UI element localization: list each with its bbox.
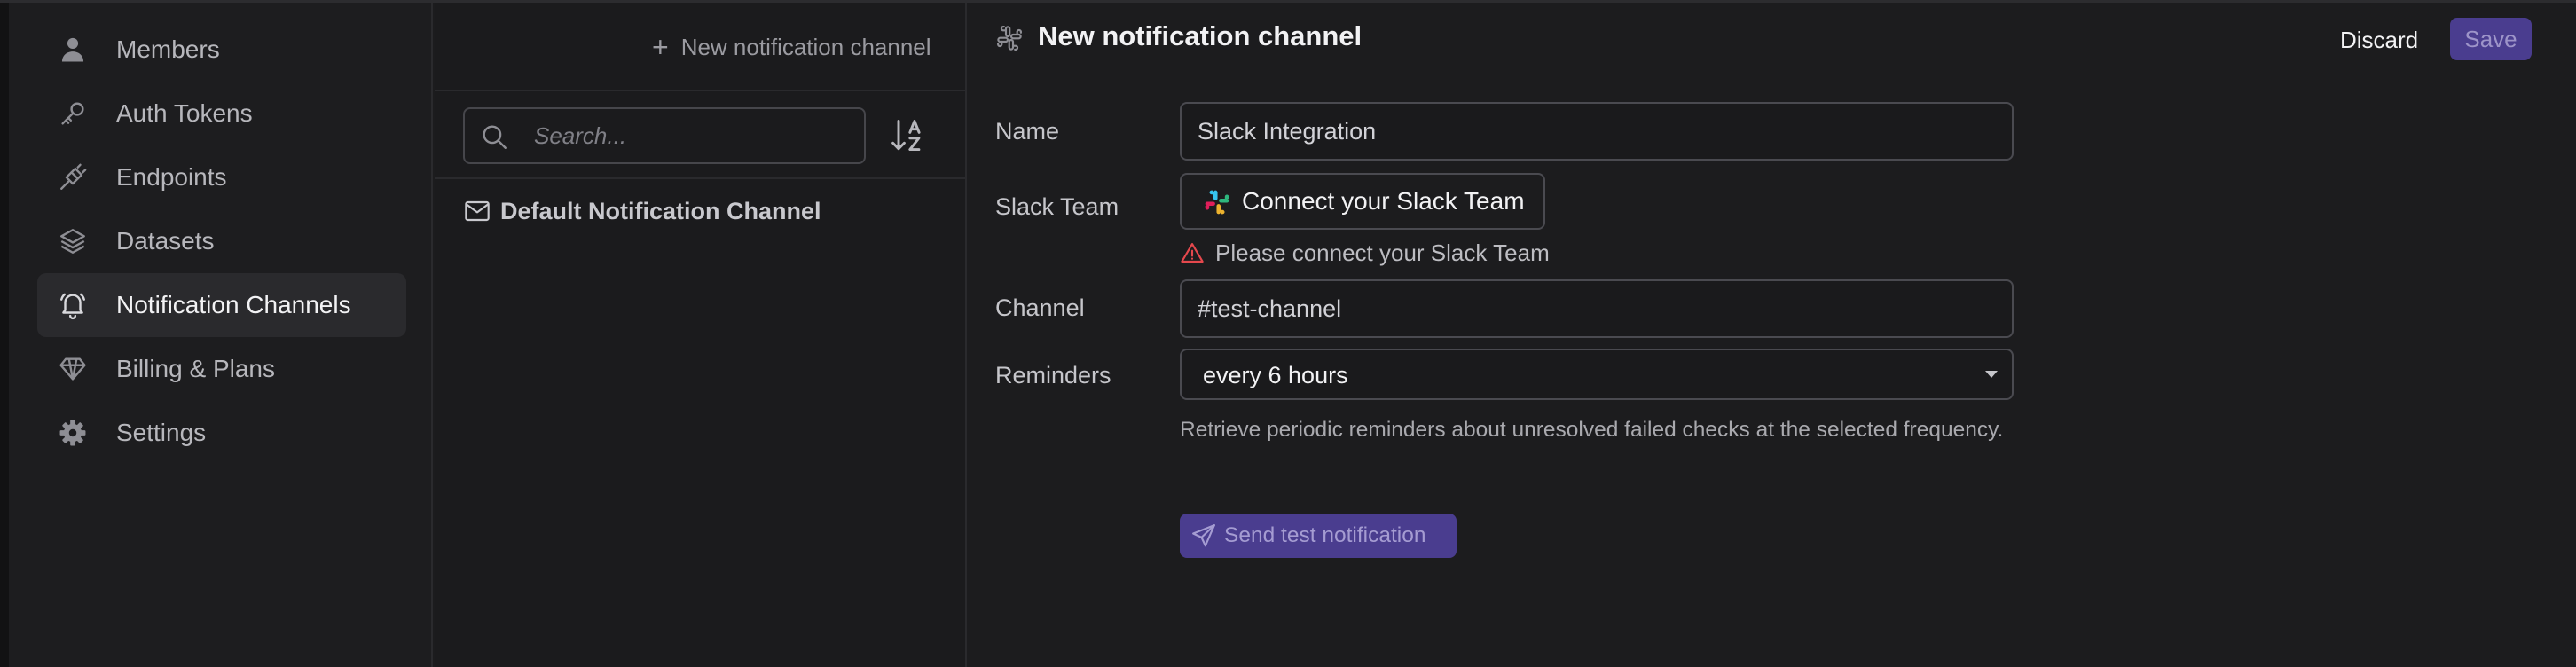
sidebar-item-label: Endpoints (116, 163, 227, 191)
caret-down-icon (1985, 371, 1998, 378)
layers-icon (57, 225, 89, 257)
send-icon (1190, 522, 1217, 549)
reminders-helper-text: Retrieve periodic reminders about unreso… (1180, 418, 2004, 442)
sidebar-item-settings[interactable]: Settings (37, 401, 406, 465)
name-label: Name (995, 118, 1060, 145)
slack-icon (995, 24, 1024, 52)
page-title: New notification channel (1038, 20, 1363, 51)
reminders-select[interactable]: every 6 hours (1180, 349, 2014, 400)
list-item-label: Default Notification Channel (500, 197, 821, 224)
gear-icon (57, 417, 89, 449)
sort-az-icon[interactable] (889, 116, 928, 155)
divider (435, 177, 965, 179)
save-button[interactable]: Save (2450, 18, 2532, 60)
sidebar-item-endpoints[interactable]: Endpoints (37, 145, 406, 209)
mail-icon (463, 197, 491, 225)
channel-label: Channel (995, 294, 1085, 321)
slack-team-error: Please connect your Slack Team (1180, 237, 1550, 269)
sidebar-item-label: Billing & Plans (116, 355, 275, 382)
sidebar-item-billing-plans[interactable]: Billing & Plans (37, 337, 406, 401)
discard-button[interactable]: Discard (2331, 19, 2427, 61)
search-icon (479, 122, 509, 152)
send-test-notification-label: Send test notification (1224, 523, 1426, 547)
reminders-label: Reminders (995, 362, 1111, 388)
sidebar-item-label: Notification Channels (116, 291, 351, 318)
list-item[interactable]: Default Notification Channel (463, 191, 821, 231)
sidebar-item-notification-channels[interactable]: Notification Channels (37, 273, 406, 337)
sidebar-item-auth-tokens[interactable]: Auth Tokens (37, 82, 406, 145)
send-test-notification-button[interactable]: Send test notification (1180, 514, 1457, 558)
error-text: Please connect your Slack Team (1215, 239, 1550, 266)
new-channel-label: New notification channel (680, 33, 931, 60)
user-icon (57, 34, 89, 66)
reminders-value: every 6 hours (1203, 362, 1348, 388)
search-input[interactable] (534, 118, 853, 153)
sidebar-item-members[interactable]: Members (37, 18, 406, 82)
search-field[interactable] (463, 107, 866, 164)
sidebar-item-datasets[interactable]: Datasets (37, 209, 406, 273)
sidebar-item-label: Settings (116, 419, 207, 446)
slack-logo-icon (1203, 188, 1231, 216)
warning-icon (1180, 240, 1205, 265)
sidebar-item-label: Datasets (116, 227, 215, 255)
sidebar-item-label: Members (116, 35, 220, 63)
settings-sidebar: Members Auth Tokens Endpoints Datasets N… (9, 3, 433, 667)
channel-list-panel: + New notification channel Default Notif… (435, 3, 967, 667)
divider (435, 90, 965, 91)
plus-icon: + (652, 31, 669, 63)
new-notification-channel-button[interactable]: + New notification channel (634, 22, 949, 72)
plug-icon (57, 161, 89, 193)
key-icon (57, 98, 89, 129)
diamond-icon (57, 353, 89, 385)
connect-slack-team-label: Connect your Slack Team (1242, 187, 1525, 215)
slack-team-label: Slack Team (995, 193, 1119, 220)
channel-field[interactable] (1180, 279, 2014, 338)
bell-icon (57, 289, 89, 321)
channel-form-panel: New notification channel Discard Save Na… (969, 3, 2576, 667)
name-field[interactable] (1180, 102, 2014, 161)
connect-slack-team-button[interactable]: Connect your Slack Team (1180, 173, 1545, 230)
window-edge (0, 0, 9, 667)
sidebar-item-label: Auth Tokens (116, 99, 253, 127)
